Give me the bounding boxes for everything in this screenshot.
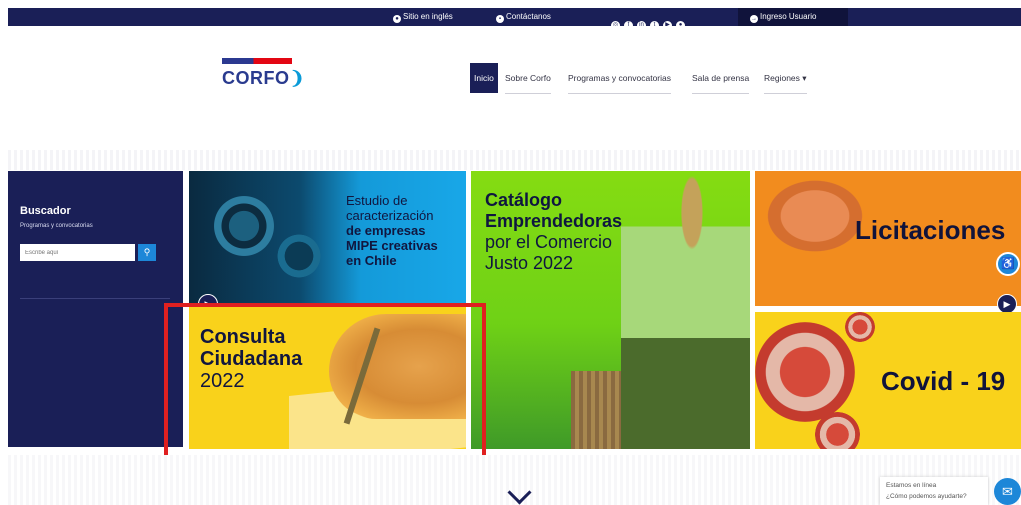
estudio-text: Estudio de caracterización de empresas M… [346, 193, 438, 268]
globe-icon: ● [393, 15, 401, 23]
contact-link[interactable]: ▪ Contáctanos [496, 8, 551, 26]
site-header [8, 26, 1021, 166]
carousel-dots[interactable] [591, 439, 625, 449]
machinery-image [209, 191, 279, 261]
accessibility-icon[interactable]: ♿ [996, 252, 1020, 276]
banner-covid-19[interactable]: Covid - 19 [755, 312, 1021, 449]
machinery-image-detail [274, 231, 324, 281]
logo-swirl-icon: ❩ [289, 68, 306, 88]
chat-status: Estamos en línea [886, 482, 937, 489]
decorative-stripe [8, 150, 1021, 170]
nav-sala-prensa[interactable]: Sala de prensa [692, 63, 750, 94]
chat-icon[interactable]: ✉ [994, 478, 1021, 505]
covid-title: Covid - 19 [881, 366, 1006, 396]
search-sidebar: Buscador Programas y convocatorias ⚲ [8, 171, 183, 447]
licitaciones-play-icon[interactable]: ▶ [997, 294, 1017, 314]
banner-catalogo-emprendedoras[interactable]: Catálogo Emprendedoras por el Comercio J… [471, 171, 750, 449]
search-input[interactable] [20, 244, 135, 261]
banner-licitaciones[interactable]: Licitaciones ♿ [755, 171, 1021, 306]
login-label: Ingreso Usuario [760, 12, 817, 21]
english-site-label: Sitio en inglés [403, 12, 453, 21]
catalogo-text: Catálogo Emprendedoras por el Comercio J… [485, 190, 623, 273]
search-button[interactable]: ⚲ [138, 244, 156, 261]
english-site-link[interactable]: ● Sitio en inglés [393, 8, 453, 26]
chat-prompt: ¿Cómo podemos ayudarte? [886, 493, 967, 500]
highlight-box [164, 303, 486, 460]
banner-estudio[interactable]: Estudio de caracterización de empresas M… [189, 171, 466, 304]
nav-programas[interactable]: Programas y convocatorias [568, 63, 671, 94]
corfo-logo[interactable]: CORFO❩ [222, 58, 305, 89]
contact-label: Contáctanos [506, 12, 551, 21]
search-subtitle: Programas y convocatorias [20, 223, 93, 229]
login-icon: → [750, 15, 758, 23]
nav-inicio[interactable]: Inicio [470, 63, 498, 93]
logo-text: CORFO❩ [222, 68, 306, 88]
chat-bubble-icon: ▪ [496, 15, 504, 23]
divider [20, 298, 170, 299]
virus-image-bottom [815, 412, 860, 449]
chat-widget[interactable]: Estamos en línea ¿Cómo podemos ayudarte? [880, 477, 988, 505]
nav-sobre-corfo[interactable]: Sobre Corfo [505, 63, 551, 94]
login-link[interactable]: → Ingreso Usuario [738, 8, 848, 26]
top-bar: ● Sitio en inglés ▪ Contáctanos ◎ f in t ▶ ● → I… [8, 8, 1021, 30]
logo-flag-bar [222, 58, 292, 64]
licitaciones-title: Licitaciones [855, 215, 1006, 245]
virus-image-small [845, 312, 875, 342]
search-icon: ⚲ [143, 247, 151, 257]
nav-regiones[interactable]: Regiones ▾ [764, 63, 807, 94]
woman-image [621, 171, 750, 449]
search-title: Buscador [20, 205, 71, 217]
virus-image [755, 322, 855, 422]
